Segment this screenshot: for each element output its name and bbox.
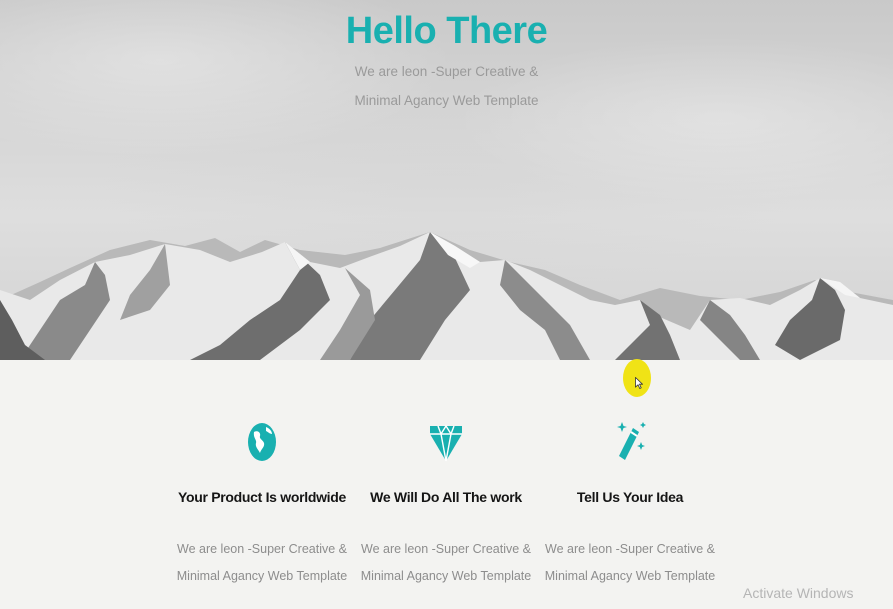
feature-text-line-1: We are leon -Super Creative & bbox=[361, 542, 531, 556]
feature-title: Your Product Is worldwide bbox=[177, 489, 347, 505]
feature-text-line-1: We are leon -Super Creative & bbox=[545, 542, 715, 556]
mountain-image bbox=[0, 232, 893, 360]
feature-worldwide: Your Product Is worldwide We are leon -S… bbox=[162, 418, 362, 590]
feature-text: We are leon -Super Creative & Minimal Ag… bbox=[346, 536, 546, 590]
feature-idea: Tell Us Your Idea We are leon -Super Cre… bbox=[530, 418, 730, 590]
hero-banner: Hello There We are leon -Super Creative … bbox=[0, 0, 893, 360]
hero-subtitle-line-1: We are leon -Super Creative & bbox=[354, 64, 539, 79]
feature-text-line-2: Minimal Agancy Web Template bbox=[360, 569, 532, 583]
diamond-icon bbox=[430, 424, 462, 462]
feature-work: We Will Do All The work We are leon -Sup… bbox=[346, 418, 546, 590]
feature-title: Tell Us Your Idea bbox=[576, 489, 684, 505]
magic-wand-icon bbox=[617, 422, 646, 460]
feature-title: We Will Do All The work bbox=[370, 489, 522, 505]
mouse-cursor-icon bbox=[635, 377, 643, 389]
hero-subtitle-line-2: Minimal Agancy Web Template bbox=[354, 93, 539, 108]
globe-icon bbox=[248, 423, 276, 461]
feature-text-line-2: Minimal Agancy Web Template bbox=[544, 569, 716, 583]
feature-text: We are leon -Super Creative & Minimal Ag… bbox=[530, 536, 730, 590]
hero-title: Hello There bbox=[345, 10, 548, 52]
feature-text-line-1: We are leon -Super Creative & bbox=[177, 542, 347, 556]
activate-windows-watermark: Activate Windows bbox=[743, 585, 854, 601]
feature-text: We are leon -Super Creative & Minimal Ag… bbox=[162, 536, 362, 590]
feature-text-line-2: Minimal Agancy Web Template bbox=[176, 569, 348, 583]
